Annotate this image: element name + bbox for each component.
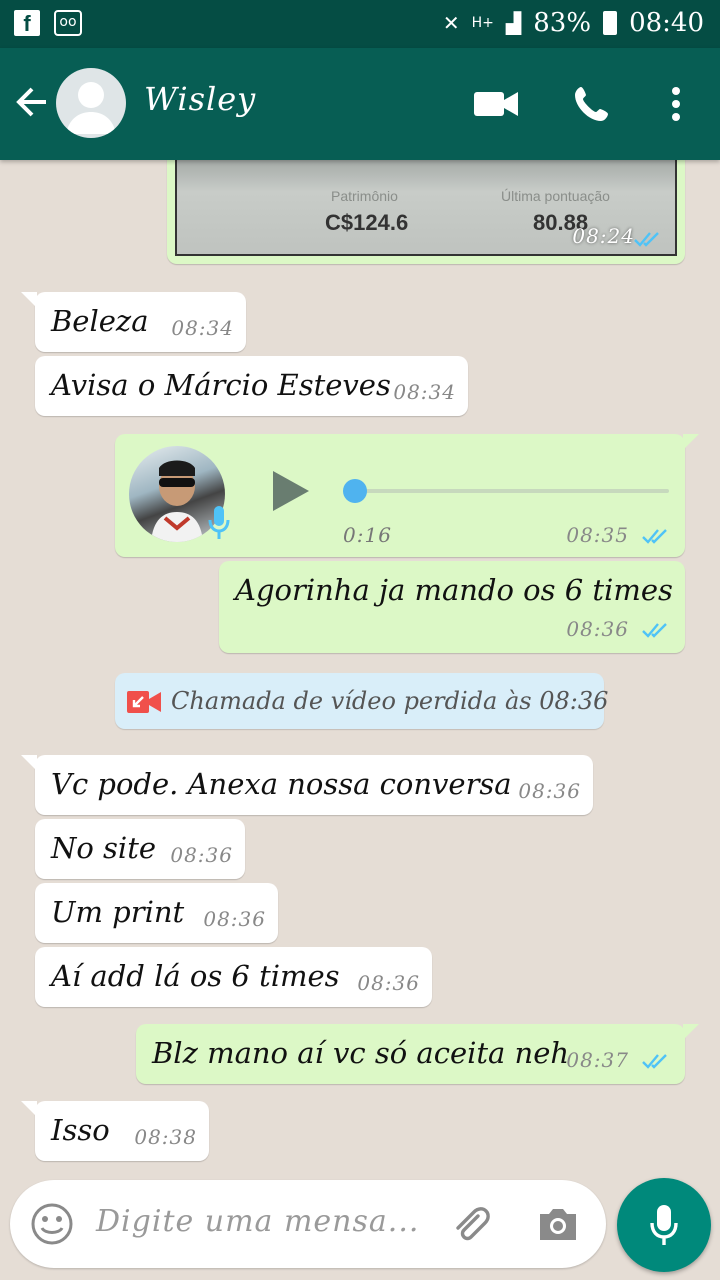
message-time: 08:24 <box>572 224 635 248</box>
voice-seek-handle[interactable] <box>343 479 367 503</box>
battery-percent: 83% <box>533 8 592 38</box>
message-time: 08:35 <box>566 523 629 547</box>
message-composer[interactable]: Digite uma mensa... <box>10 1180 606 1268</box>
double-check-icon <box>642 623 667 638</box>
message-time: 08:38 <box>134 1125 197 1149</box>
missed-call-notice[interactable]: Chamada de vídeo perdida às 08:36 <box>115 673 608 729</box>
message-incoming[interactable]: Vc pode. Anexa nossa conversa 08:36 <box>21 755 593 815</box>
message-text: No site <box>51 831 157 865</box>
emoji-icon[interactable] <box>30 1202 74 1246</box>
message-text: Um print <box>51 895 185 929</box>
message-incoming[interactable]: No site 08:36 <box>35 819 245 879</box>
back-arrow-icon[interactable] <box>12 82 52 122</box>
message-text: Blz mano aí vc só aceita neh <box>152 1036 570 1070</box>
message-incoming[interactable]: Aí add lá os 6 times 08:36 <box>35 947 432 1007</box>
mic-icon <box>650 1205 678 1245</box>
photo-label-2: Última pontuação <box>501 188 610 204</box>
message-time: 08:34 <box>171 316 234 340</box>
message-incoming[interactable]: Isso 08:38 <box>21 1101 209 1161</box>
more-options-icon[interactable] <box>650 78 702 130</box>
message-text: Beleza <box>51 304 149 338</box>
clock: 08:40 <box>629 8 704 38</box>
message-input[interactable]: Digite uma mensa... <box>96 1204 419 1239</box>
message-text: Isso <box>51 1113 110 1147</box>
bubble-tail <box>21 755 37 771</box>
contact-name[interactable]: Wisley <box>144 80 256 118</box>
message-text: Vc pode. Anexa nossa conversa <box>51 767 512 801</box>
status-bar: f oo ✕ H+ ▟ 83% 08:40 <box>0 0 720 48</box>
message-text: Agorinha ja mando os 6 times <box>235 573 673 607</box>
record-voice-button[interactable] <box>617 1178 711 1272</box>
bubble-tail <box>21 292 37 308</box>
play-icon <box>273 471 309 511</box>
message-outgoing[interactable]: Agorinha ja mando os 6 times 08:36 <box>219 561 685 653</box>
battery-icon <box>603 11 618 35</box>
vibrate-mute-icon: ✕ <box>442 11 460 35</box>
message-text: Avisa o Márcio Esteves <box>51 368 391 402</box>
bubble-tail <box>683 1024 699 1040</box>
play-button[interactable] <box>267 467 315 515</box>
voice-duration: 0:16 <box>343 523 392 547</box>
mic-icon <box>208 506 230 539</box>
message-time: 08:34 <box>393 380 456 404</box>
message-incoming[interactable]: Avisa o Márcio Esteves 08:34 <box>35 356 468 416</box>
attach-icon[interactable] <box>448 1202 492 1246</box>
signal-icon: ▟ <box>505 11 522 35</box>
photo-message[interactable]: Patrimônio C$124.6 Última pontuação 80.8… <box>167 160 685 264</box>
contact-avatar[interactable] <box>56 68 126 138</box>
missed-video-icon <box>127 691 161 713</box>
camera-icon[interactable] <box>536 1202 580 1246</box>
message-incoming[interactable]: Beleza 08:34 <box>21 292 246 352</box>
phone-icon[interactable] <box>566 78 618 130</box>
message-incoming[interactable]: Um print 08:36 <box>35 883 278 943</box>
double-check-icon <box>642 1054 667 1069</box>
chat-header: Wisley <box>0 48 720 160</box>
message-text: Aí add lá os 6 times <box>51 959 340 993</box>
network-type: H+ <box>471 15 494 31</box>
photo-label-1: Patrimônio <box>331 188 398 204</box>
double-check-icon <box>642 529 667 544</box>
voice-seek-track[interactable] <box>355 489 669 493</box>
double-check-icon <box>634 232 659 247</box>
bubble-tail <box>21 1101 37 1117</box>
voicemail-icon: oo <box>54 10 82 36</box>
chat-area[interactable]: Patrimônio C$124.6 Última pontuação 80.8… <box>0 160 720 1170</box>
missed-call-text: Chamada de vídeo perdida às 08:36 <box>171 687 609 715</box>
facebook-notification-icon: f <box>14 10 40 36</box>
video-call-icon[interactable] <box>470 78 522 130</box>
message-time: 08:36 <box>170 843 233 867</box>
bubble-tail <box>683 434 699 450</box>
message-time: 08:36 <box>566 617 629 641</box>
message-time: 08:37 <box>566 1048 629 1072</box>
message-time: 08:36 <box>203 907 266 931</box>
voice-message[interactable]: 0:16 08:35 <box>115 434 699 557</box>
message-time: 08:36 <box>357 971 420 995</box>
photo-value-1: C$124.6 <box>325 210 409 235</box>
message-outgoing[interactable]: Blz mano aí vc só aceita neh 08:37 <box>136 1024 699 1084</box>
message-time: 08:36 <box>518 779 581 803</box>
